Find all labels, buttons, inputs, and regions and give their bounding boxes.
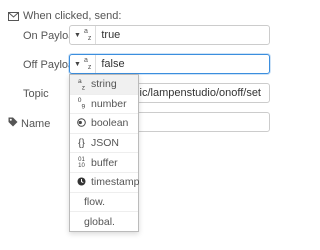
menu-item-label: global.	[84, 215, 115, 228]
menu-item-global[interactable]: global.	[70, 212, 138, 232]
menu-item-label: number	[91, 97, 127, 110]
topic-input[interactable]: pic/lampenstudio/onoff/set	[128, 87, 269, 99]
string-type-icon: az	[83, 28, 92, 42]
menu-item-flow[interactable]: flow.	[70, 193, 138, 213]
on-payload-type-button[interactable]: ▼ az	[70, 26, 97, 44]
binary-icon: 01 10	[78, 156, 85, 169]
on-payload-field: ▼ az true	[69, 25, 270, 45]
menu-item-label: string	[91, 78, 117, 91]
menu-item-label: buffer	[91, 156, 118, 169]
off-payload-type-button[interactable]: ▼ az	[70, 55, 97, 73]
menu-item-boolean[interactable]: boolean	[70, 114, 138, 134]
toggle-icon	[76, 118, 87, 129]
name-label: Name	[21, 117, 51, 130]
caret-down-icon: ▼	[74, 60, 81, 68]
string-type-icon: az	[77, 77, 86, 91]
menu-item-timestamp[interactable]: timestamp	[70, 173, 140, 193]
menu-item-json[interactable]: {} JSON	[70, 134, 138, 154]
type-dropdown-menu: az string 09 number boolean {} JSON 01 10…	[69, 74, 139, 232]
clock-icon	[76, 177, 87, 188]
menu-item-label: timestamp	[91, 176, 140, 189]
braces-icon: {}	[78, 137, 85, 149]
topic-label: Topic	[23, 88, 49, 100]
caret-down-icon: ▼	[74, 31, 81, 39]
menu-item-buffer[interactable]: 01 10 buffer	[70, 153, 138, 173]
name-label-group: Name	[8, 117, 50, 130]
off-payload-input[interactable]: false	[96, 58, 124, 70]
menu-item-string[interactable]: az string	[70, 75, 138, 95]
number-type-icon: 09	[77, 97, 86, 111]
menu-item-label: JSON	[91, 137, 120, 150]
envelope-icon	[8, 11, 19, 21]
tag-icon	[8, 117, 18, 130]
section-header: When clicked, send:	[8, 9, 121, 23]
off-payload-field: ▼ az false	[69, 54, 270, 74]
menu-item-label: boolean	[91, 117, 129, 130]
section-title: When clicked, send:	[23, 10, 122, 22]
string-type-icon: az	[83, 57, 92, 71]
menu-item-label: flow.	[84, 195, 106, 208]
menu-item-number[interactable]: 09 number	[70, 95, 138, 115]
on-payload-input[interactable]: true	[96, 29, 120, 41]
